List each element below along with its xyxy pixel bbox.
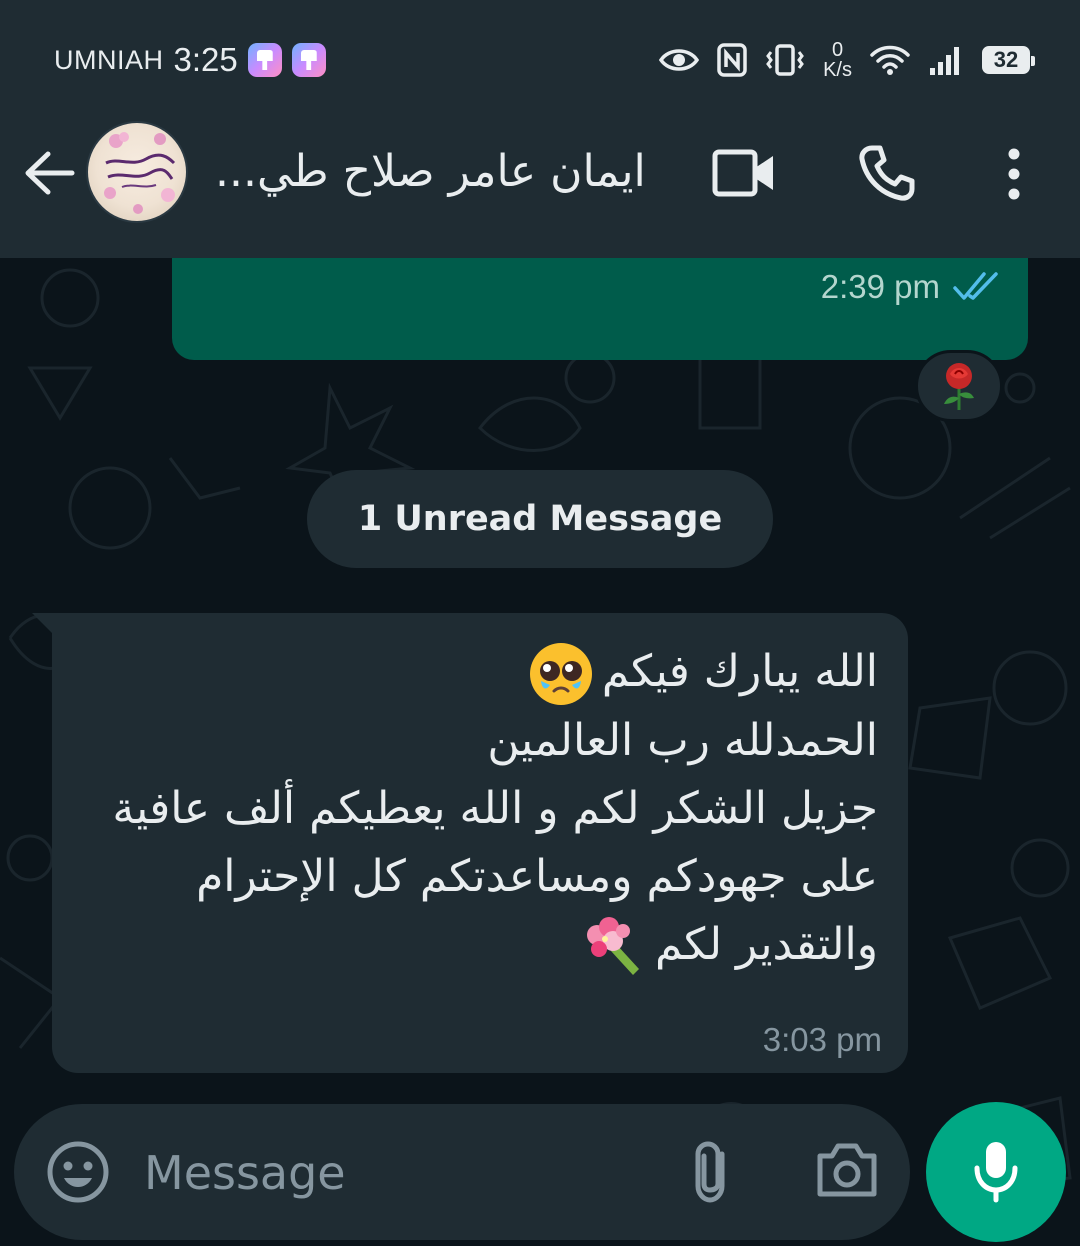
contact-name[interactable]: ايمان عامر صلاح طي...: [215, 139, 675, 205]
read-ticks-icon: [953, 272, 998, 300]
battery-indicator: 32: [982, 46, 1035, 74]
signal-icon: [930, 47, 959, 75]
message-reaction[interactable]: [915, 350, 1003, 422]
voice-message-button[interactable]: [926, 1102, 1066, 1242]
message-line: الحمدلله رب العالمين: [487, 715, 878, 766]
vibrate-icon: [766, 44, 804, 76]
eye-icon: [659, 49, 700, 71]
status-time: 3:25: [173, 41, 238, 78]
status-right: 0 K/s 32: [659, 36, 1035, 84]
message-time: 3:03 pm: [762, 1021, 882, 1058]
wifi-icon: [870, 45, 910, 75]
nfc-icon: [717, 43, 747, 77]
avatar-image: [104, 132, 176, 214]
voice-call-icon[interactable]: [858, 144, 916, 202]
message-line: على جهودكم ومساعدتكم كل الإحترام: [196, 851, 878, 902]
message-line-text: الله يبارك فيكم: [601, 646, 878, 697]
net-speed: 0 K/s: [823, 40, 852, 80]
mic-icon: [974, 1142, 1018, 1203]
chat-area[interactable]: 2:39 pm 1 Unread Message الله يبارك فيكم: [0, 258, 1080, 1246]
bouquet-emoji-icon: [586, 917, 639, 975]
message-line: الله يبارك فيكم: [98, 638, 878, 707]
outgoing-message-bubble[interactable]: 2:39 pm: [172, 258, 1028, 360]
bubble-tail: [32, 613, 54, 635]
rose-icon: [944, 363, 974, 410]
more-options-icon[interactable]: [1000, 148, 1028, 200]
net-speed-unit: K/s: [823, 59, 852, 81]
message-composer: [14, 1104, 910, 1240]
message-line: جزيل الشكر لكم و الله يعطيكم ألف عافية: [112, 783, 878, 834]
notification-app-icon: [247, 43, 282, 77]
message-line-text: والتقدير لكم: [654, 919, 878, 970]
message-text: الله يبارك فيكم الحمدلله رب العالمين جزي…: [98, 638, 878, 979]
video-call-icon[interactable]: [712, 148, 776, 198]
camera-icon[interactable]: [814, 1140, 880, 1200]
carrier-name: UMNIAH: [54, 44, 164, 75]
unread-messages-separator: 1 Unread Message: [307, 470, 773, 568]
emoji-icon[interactable]: [46, 1140, 110, 1204]
message-input[interactable]: [142, 1136, 666, 1210]
net-speed-value: 0: [831, 39, 844, 61]
pleading-face-emoji-icon: [529, 643, 592, 705]
incoming-message-bubble[interactable]: الله يبارك فيكم الحمدلله رب العالمين جزي…: [52, 613, 908, 1073]
status-left: UMNIAH 3:25: [54, 38, 326, 82]
back-arrow-icon[interactable]: [22, 148, 76, 198]
contact-avatar[interactable]: [86, 121, 188, 223]
message-line: والتقدير لكم: [98, 911, 878, 979]
notification-app-icon: [291, 43, 326, 77]
status-bar: UMNIAH 3:25 0 K/s 32: [0, 0, 1080, 120]
message-time: 2:39 pm: [820, 268, 940, 305]
attach-icon[interactable]: [690, 1140, 736, 1204]
